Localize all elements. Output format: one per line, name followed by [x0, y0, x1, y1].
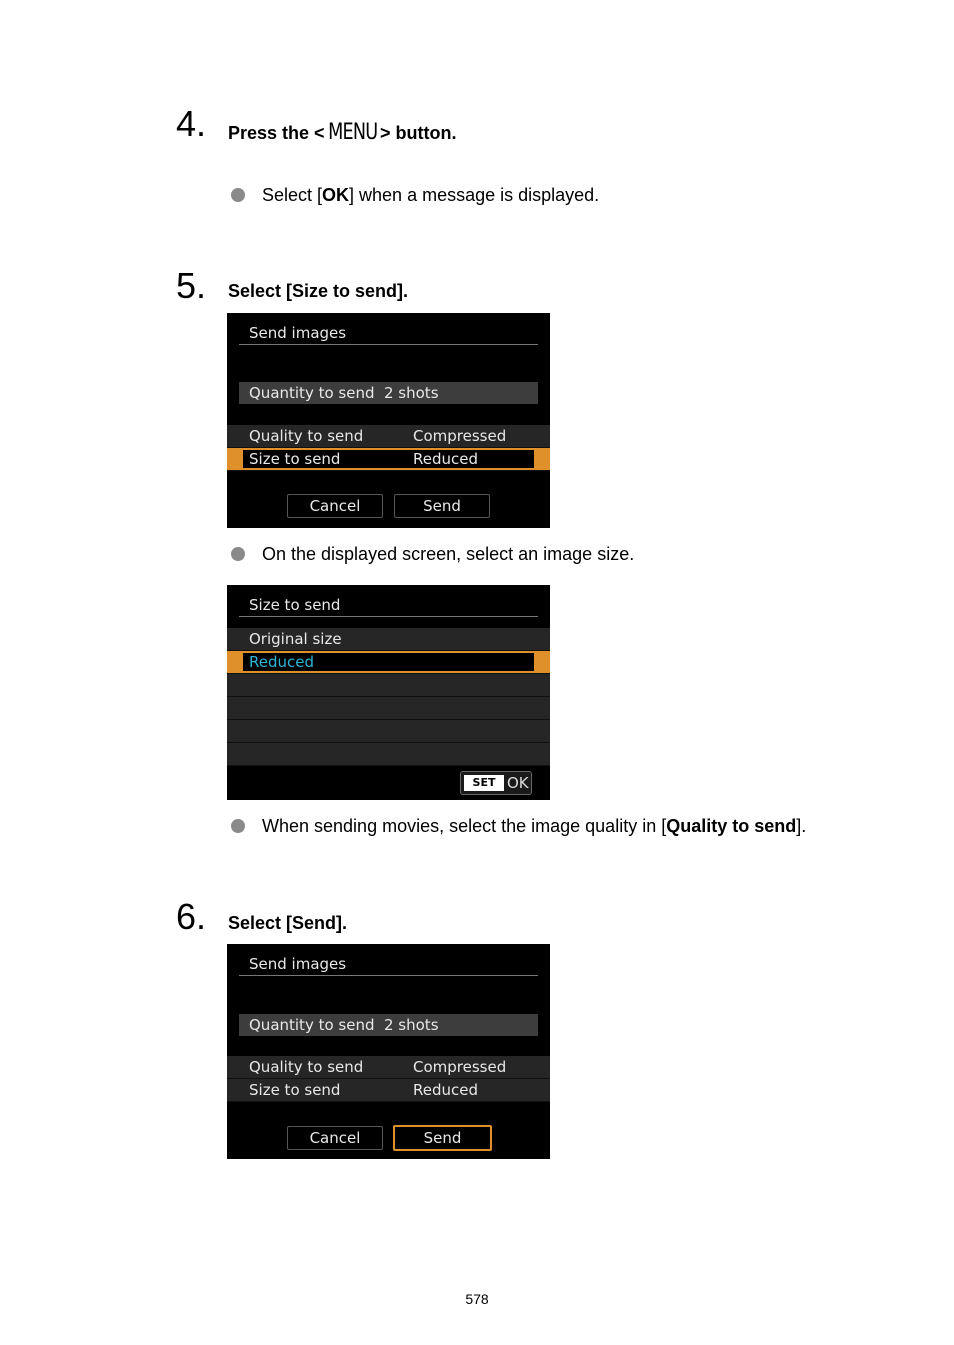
bullet-text: When sending movies, select the image qu…	[262, 815, 806, 837]
option-label: Reduced	[249, 653, 315, 671]
text: ] when a message is displayed.	[349, 185, 600, 205]
bullet-icon	[231, 547, 245, 561]
menu-row-quality[interactable]: Quality to send Compressed	[227, 1056, 550, 1079]
screen-title: Send images	[249, 955, 347, 973]
step-title: Select [Size to send].	[228, 281, 409, 301]
row-value: Compressed	[413, 1058, 507, 1076]
camera-screen-size-to-send: Size to send Original size Reduced SET O…	[227, 585, 550, 800]
title-divider	[239, 616, 538, 617]
option-label: Original size	[249, 630, 342, 648]
step-number: 5.	[176, 265, 207, 306]
row-label: Size to send	[249, 450, 341, 468]
step-title: Select [Send].	[228, 913, 348, 933]
menu-row-quality[interactable]: Quality to send Compressed	[227, 425, 550, 448]
text: When sending movies, select the image qu…	[262, 816, 667, 836]
bold-text: OK	[322, 185, 350, 205]
bullet-icon	[231, 188, 245, 202]
cancel-button[interactable]: Cancel	[287, 1126, 383, 1150]
empty-row	[227, 743, 550, 766]
bullet-icon	[231, 819, 245, 833]
page-number: 578	[465, 1291, 489, 1307]
empty-row	[227, 697, 550, 720]
screen-title: Size to send	[249, 596, 341, 614]
camera-screen-send-images: Send images Quantity to send 2 shots Qua…	[227, 313, 550, 528]
bold-text: Quality to send	[666, 816, 797, 836]
text: Select [	[262, 185, 323, 205]
quantity-row: Quantity to send 2 shots	[239, 1014, 538, 1036]
menu-button-icon: MENU	[327, 120, 378, 145]
row-label: Size to send	[249, 1081, 341, 1099]
bullet-text: Select [OK] when a message is displayed.	[262, 184, 599, 206]
quantity-value: 2 shots	[384, 384, 439, 402]
empty-row	[227, 720, 550, 743]
send-button[interactable]: Send	[394, 494, 490, 518]
quantity-value: 2 shots	[384, 1016, 439, 1034]
quantity-label: Quantity to send	[249, 384, 375, 402]
empty-row	[227, 674, 550, 697]
option-original-size[interactable]: Original size	[227, 628, 550, 651]
row-label: Quality to send	[249, 427, 364, 445]
title-divider	[239, 344, 538, 345]
option-reduced[interactable]: Reduced	[227, 651, 550, 674]
menu-row-size[interactable]: Size to send Reduced	[227, 448, 550, 471]
row-value: Reduced	[413, 450, 479, 468]
send-button[interactable]: Send	[393, 1125, 492, 1151]
menu-row-size[interactable]: Size to send Reduced	[227, 1079, 550, 1102]
quantity-label: Quantity to send	[249, 1016, 375, 1034]
step-number: 4.	[176, 103, 207, 144]
set-icon: SET	[464, 775, 504, 791]
set-ok-button[interactable]: SET OK	[460, 771, 532, 795]
bullet-text: On the displayed screen, select an image…	[262, 544, 635, 564]
row-label: Quality to send	[249, 1058, 364, 1076]
row-value: Compressed	[413, 427, 507, 445]
step-number: 6.	[176, 896, 207, 937]
ok-label: OK	[507, 774, 529, 792]
title-prefix: Press the <	[228, 123, 325, 143]
screen-title: Send images	[249, 324, 347, 342]
title-suffix: > button.	[380, 123, 457, 143]
text: ].	[796, 816, 807, 836]
title-divider	[239, 975, 538, 976]
step-title: Press the < MENU > button.	[228, 122, 457, 144]
quantity-row: Quantity to send 2 shots	[239, 382, 538, 404]
camera-screen-send-images: Send images Quantity to send 2 shots Qua…	[227, 944, 550, 1159]
cancel-button[interactable]: Cancel	[287, 494, 383, 518]
row-value: Reduced	[413, 1081, 479, 1099]
